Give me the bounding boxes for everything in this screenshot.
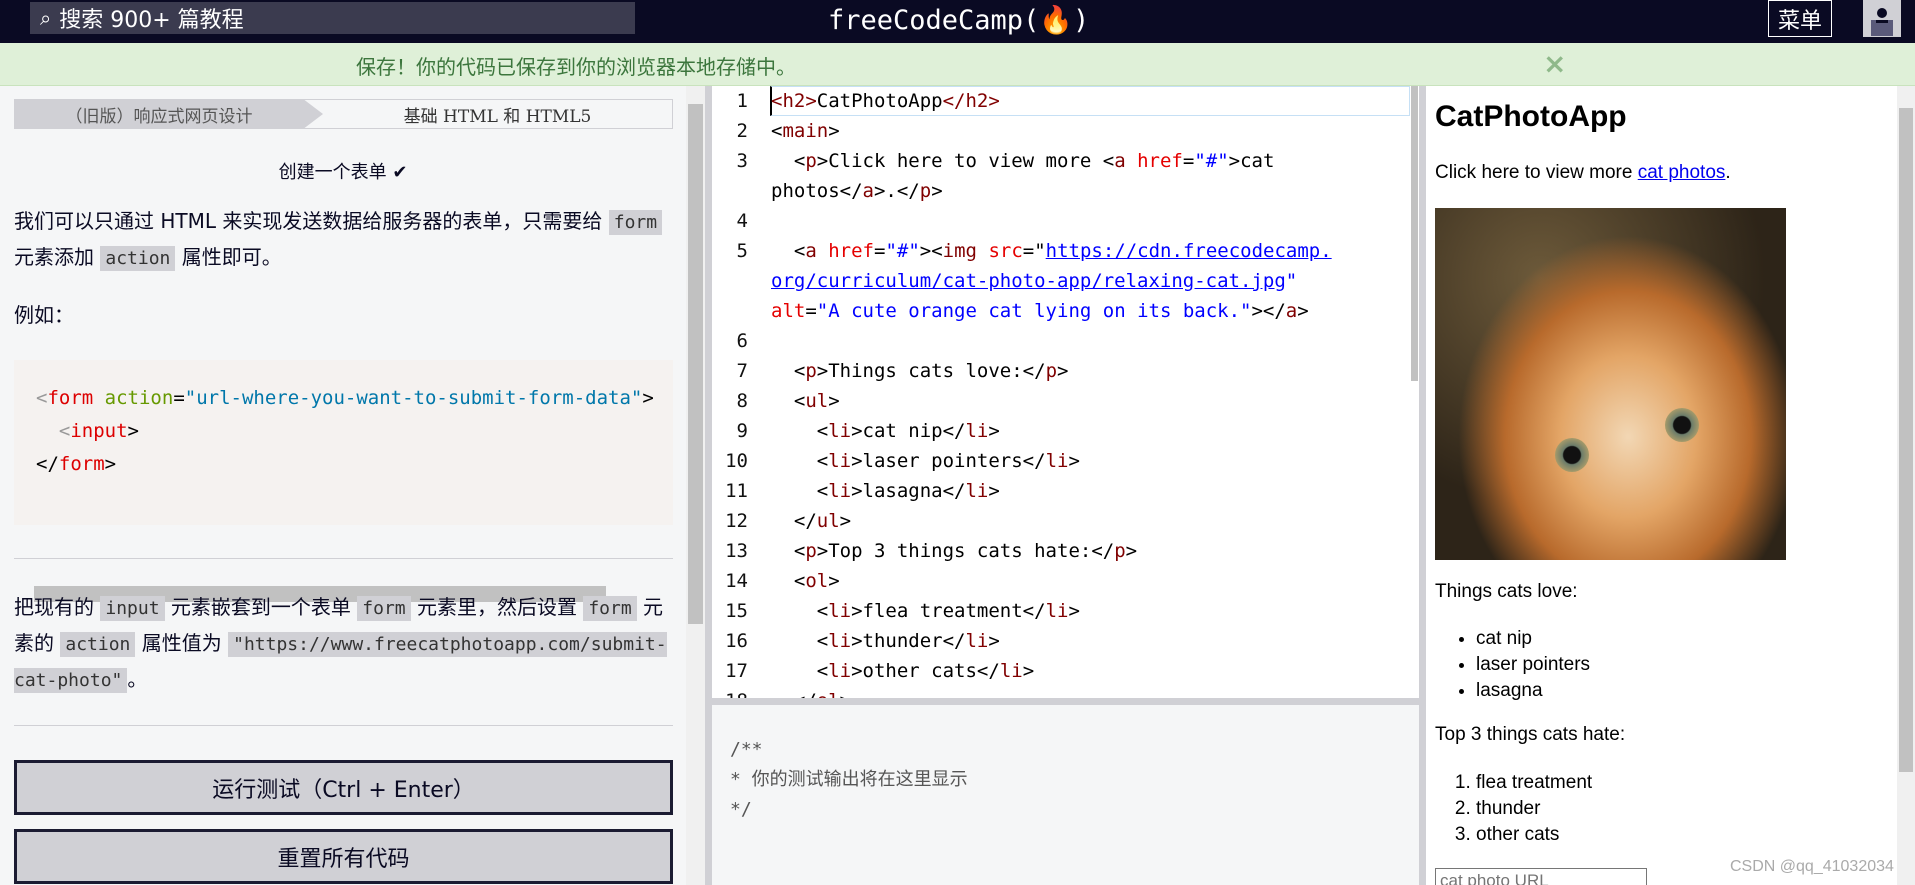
line-number: 12: [725, 510, 748, 532]
line-number: 9: [736, 420, 748, 442]
breadcrumb-block[interactable]: 基础 HTML 和 HTML5: [323, 100, 672, 128]
divider: [14, 725, 673, 726]
preview-pane: CatPhotoApp Click here to view more cat …: [1426, 86, 1897, 885]
preview-scrollbar[interactable]: [1897, 86, 1915, 885]
example-label: 例如：: [14, 303, 74, 327]
list-item: lasagna: [1476, 678, 1590, 704]
search-input[interactable]: ⌕ 搜索 900+ 篇教程: [30, 2, 635, 34]
list-item: thunder: [1476, 796, 1592, 822]
cat-image[interactable]: [1435, 208, 1786, 560]
line-number: [712, 176, 748, 206]
menu-button[interactable]: 菜单: [1768, 0, 1832, 37]
logo[interactable]: freeCodeCamp(🔥): [828, 4, 1089, 36]
description-paragraph: 我们可以只通过 HTML 来实现发送数据给服务器的表单，只需要给 form 元素…: [14, 204, 674, 276]
cat-photos-link[interactable]: cat photos: [1638, 162, 1726, 183]
line-number: 7: [736, 360, 748, 382]
hate-list: flea treatment thunder other cats: [1476, 770, 1592, 848]
pane-resizer[interactable]: [712, 698, 1419, 705]
top-nav: ⌕ 搜索 900+ 篇教程 freeCodeCamp(🔥) 菜单: [0, 0, 1915, 43]
line-number: 6: [736, 330, 748, 352]
line-number: 11: [725, 480, 748, 502]
love-label: Things cats love:: [1435, 581, 1578, 602]
list-item: laser pointers: [1476, 652, 1590, 678]
line-number: 4: [736, 210, 748, 232]
line-number: 18: [712, 686, 748, 698]
check-circle-icon: ✔: [392, 162, 408, 183]
search-icon: ⌕: [40, 6, 52, 30]
pane-divider[interactable]: [1419, 86, 1426, 885]
line-number: 8: [736, 390, 748, 412]
line-number: 15: [725, 600, 748, 622]
divider: [14, 558, 673, 559]
code-editor[interactable]: 123456789101112131415161718 <h2>CatPhoto…: [712, 86, 1419, 698]
challenge-title: 创建一个表单 ✔: [278, 162, 408, 183]
list-item: cat nip: [1476, 626, 1590, 652]
test-output: /** * 你的测试输出将在这里显示 */: [712, 705, 1419, 885]
run-tests-button[interactable]: 运行测试（Ctrl + Enter）: [14, 760, 673, 815]
line-number: 16: [725, 630, 748, 652]
watermark: CSDN @qq_41032034: [1730, 858, 1894, 875]
line-number: 3: [736, 150, 748, 172]
instructions-paragraph: 把现有的 input 元素嵌套到一个表单 form 元素里，然后设置 form …: [14, 595, 667, 693]
instructions-panel: （旧版）响应式网页设计 基础 HTML 和 HTML5 创建一个表单 ✔ 我们可…: [0, 86, 686, 885]
line-number: 2: [736, 120, 748, 142]
list-item: other cats: [1476, 822, 1592, 848]
avatar[interactable]: [1863, 0, 1901, 37]
cat-photo-url-input[interactable]: [1435, 868, 1647, 885]
line-number: 17: [725, 660, 748, 682]
save-notification: 保存！你的代码已保存到你的浏览器本地存储中。 ×: [0, 43, 1915, 86]
pane-divider[interactable]: [705, 86, 712, 885]
line-number: 13: [725, 540, 748, 562]
line-number: 5: [736, 240, 748, 262]
line-number: [712, 296, 748, 326]
reset-code-button[interactable]: 重置所有代码: [14, 829, 673, 884]
close-icon[interactable]: ×: [1543, 47, 1566, 80]
line-number: [712, 266, 748, 296]
preview-heading: CatPhotoApp: [1435, 100, 1627, 133]
example-code: <form action="url-where-you-want-to-subm…: [14, 360, 673, 525]
line-number: 14: [725, 570, 748, 592]
list-item: flea treatment: [1476, 770, 1592, 796]
editor-scrollbar[interactable]: [1411, 86, 1418, 381]
breadcrumb: （旧版）响应式网页设计 基础 HTML 和 HTML5: [14, 99, 673, 129]
user-icon: [1871, 8, 1893, 36]
breadcrumb-superblock[interactable]: （旧版）响应式网页设计: [15, 100, 323, 128]
love-list: cat nip laser pointers lasagna: [1476, 626, 1590, 704]
hate-label: Top 3 things cats hate:: [1435, 724, 1626, 745]
line-number: 10: [725, 450, 748, 472]
line-number: 1: [736, 90, 748, 112]
instructions-scrollbar[interactable]: [686, 86, 705, 885]
preview-paragraph: Click here to view more cat photos.: [1435, 162, 1731, 183]
